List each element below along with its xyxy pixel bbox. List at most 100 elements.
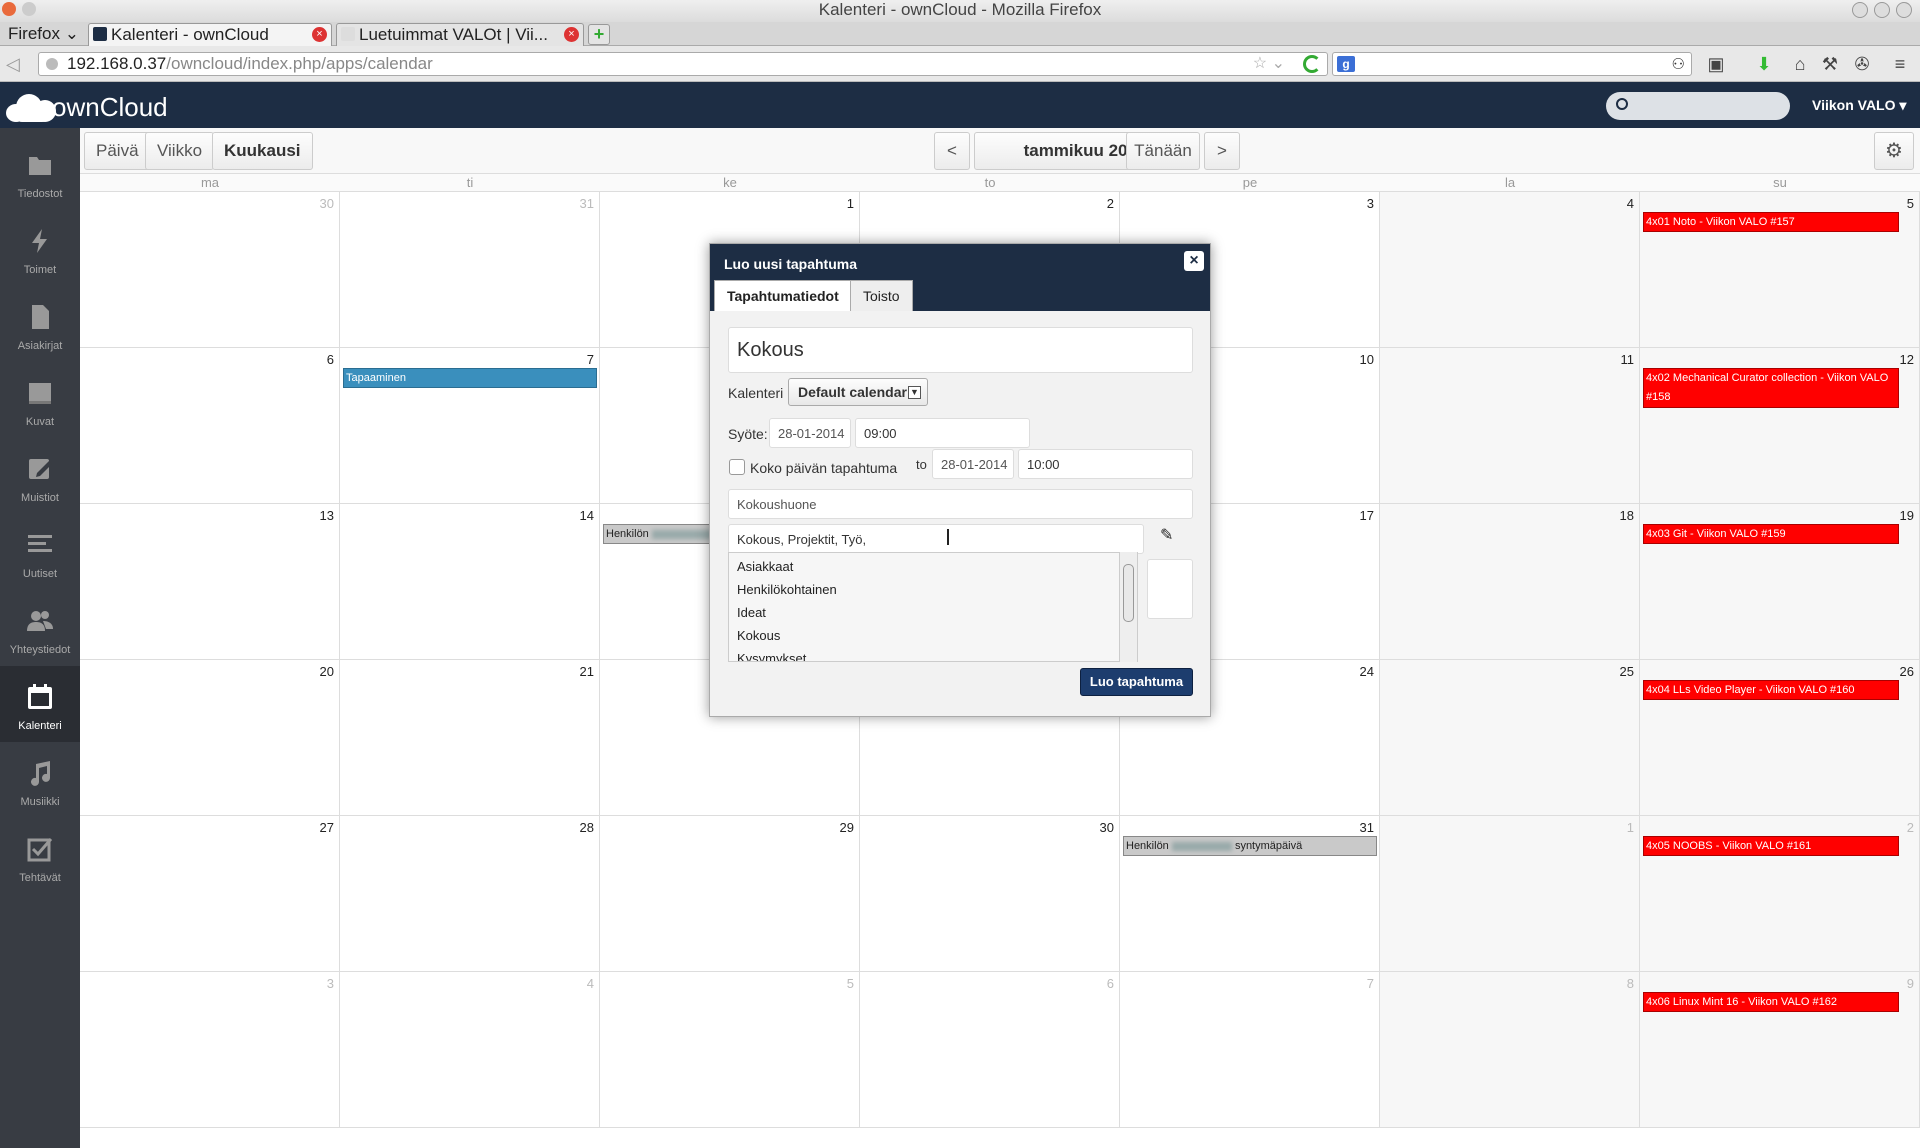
- description-textarea[interactable]: [1147, 559, 1193, 619]
- start-time-input[interactable]: [855, 418, 1030, 448]
- day-cell[interactable]: 13: [80, 504, 340, 660]
- tab-repeat[interactable]: Toisto: [850, 280, 913, 311]
- sidebar-item-toimet[interactable]: Toimet: [0, 210, 80, 286]
- day-cell[interactable]: 18: [1380, 504, 1640, 660]
- day-cell[interactable]: 4: [1380, 192, 1640, 348]
- day-cell[interactable]: 14: [340, 504, 600, 660]
- start-date-input[interactable]: [769, 418, 851, 448]
- all-day-checkbox[interactable]: [729, 459, 745, 475]
- day-cell[interactable]: 21: [340, 660, 600, 816]
- next-month-button[interactable]: >: [1204, 132, 1240, 170]
- day-cell[interactable]: 3: [80, 972, 340, 1128]
- end-time-input[interactable]: [1018, 449, 1193, 479]
- owncloud-logo[interactable]: ownCloud: [6, 88, 168, 124]
- day-cell[interactable]: 8: [1380, 972, 1640, 1128]
- sidebar-item-uutiset[interactable]: Uutiset: [0, 514, 80, 590]
- calendar-event[interactable]: Henkilön syntymäpäivä: [1123, 836, 1377, 856]
- day-cell[interactable]: 1: [1380, 816, 1640, 972]
- download-icon[interactable]: ⬇: [1754, 54, 1774, 74]
- calendar-event[interactable]: 4x06 Linux Mint 16 - Viikon VALO #162: [1643, 992, 1899, 1012]
- calendar-event[interactable]: 4x04 LLs Video Player - Viikon VALO #160: [1643, 680, 1899, 700]
- binoculars-icon[interactable]: ⚇: [1672, 55, 1685, 73]
- week-view-button[interactable]: Viikko: [145, 132, 215, 170]
- close-window-icon[interactable]: [1896, 2, 1912, 18]
- tab-kalenteri[interactable]: Kalenteri - ownCloud ×: [88, 23, 332, 46]
- url-bar[interactable]: 192.168.0.37/owncloud/index.php/apps/cal…: [38, 52, 1328, 76]
- sidebar-item-kalenteri[interactable]: Kalenteri: [0, 666, 80, 742]
- sidebar-item-tehtavat[interactable]: Tehtävät: [0, 818, 80, 894]
- calendar-event[interactable]: 4x01 Noto - Viikon VALO #157: [1643, 212, 1899, 232]
- day-cell[interactable]: 9 4x06 Linux Mint 16 - Viikon VALO #162: [1640, 972, 1920, 1128]
- day-cell[interactable]: 11: [1380, 348, 1640, 504]
- bookmarks-icon[interactable]: ▣: [1706, 54, 1726, 74]
- day-cell[interactable]: 2 4x05 NOOBS - Viikon VALO #161: [1640, 816, 1920, 972]
- window-menu-icon[interactable]: [22, 2, 36, 16]
- day-view-button[interactable]: Päivä: [84, 132, 151, 170]
- day-cell[interactable]: 30: [80, 192, 340, 348]
- sidebar-item-tiedostot[interactable]: Tiedostot: [0, 134, 80, 210]
- calendar-event[interactable]: 4x02 Mechanical Curator collection - Vii…: [1643, 368, 1899, 408]
- categories-input[interactable]: [728, 524, 1144, 554]
- day-cell[interactable]: 25: [1380, 660, 1640, 816]
- menu-icon[interactable]: ≡: [1890, 54, 1910, 74]
- day-cell[interactable]: 31: [340, 192, 600, 348]
- prev-month-button[interactable]: <: [934, 132, 970, 170]
- day-cell[interactable]: 30: [860, 816, 1120, 972]
- close-tab-icon[interactable]: ×: [312, 27, 327, 42]
- scrollbar-thumb[interactable]: [1123, 564, 1134, 622]
- calendar-event[interactable]: 4x05 NOOBS - Viikon VALO #161: [1643, 836, 1899, 856]
- calendar-select[interactable]: Default calendar ▼: [788, 378, 928, 406]
- bookmark-star-icon[interactable]: ☆ ⌄: [1253, 53, 1285, 75]
- tools-icon[interactable]: ⚒: [1820, 54, 1840, 74]
- calendar-event[interactable]: Tapaaminen: [343, 368, 597, 388]
- tab-event-details[interactable]: Tapahtumatiedot: [714, 280, 852, 311]
- day-cell[interactable]: 7 Tapaaminen: [340, 348, 600, 504]
- sidebar-item-musiikki[interactable]: Musiikki: [0, 742, 80, 818]
- user-menu[interactable]: Viikon VALO ▾: [1812, 96, 1906, 114]
- event-title-input[interactable]: [728, 327, 1193, 373]
- back-icon[interactable]: ◁: [6, 54, 20, 75]
- close-icon[interactable]: ×: [1184, 251, 1204, 271]
- site-identity-icon[interactable]: [46, 58, 58, 70]
- day-cell[interactable]: 4: [340, 972, 600, 1128]
- day-cell[interactable]: 28: [340, 816, 600, 972]
- home-icon[interactable]: ⌂: [1790, 54, 1810, 74]
- sidebar-item-muistiot[interactable]: Muistiot: [0, 438, 80, 514]
- end-date-input[interactable]: [932, 449, 1014, 479]
- new-tab-button[interactable]: +: [588, 24, 610, 45]
- web-search-field[interactable]: g ⚇: [1332, 52, 1692, 76]
- calendar-event[interactable]: 4x03 Git - Viikon VALO #159: [1643, 524, 1899, 544]
- category-option[interactable]: Ideat: [737, 605, 766, 620]
- day-cell[interactable]: 29: [600, 816, 860, 972]
- maximize-icon[interactable]: [1874, 2, 1890, 18]
- day-cell[interactable]: 26 4x04 LLs Video Player - Viikon VALO #…: [1640, 660, 1920, 816]
- sidebar-item-asiakirjat[interactable]: Asiakirjat: [0, 286, 80, 362]
- google-icon[interactable]: g: [1337, 56, 1355, 72]
- category-dropdown[interactable]: Asiakkaat Henkilökohtainen Ideat Kokous …: [728, 552, 1138, 662]
- day-cell[interactable]: 31 Henkilön syntymäpäivä: [1120, 816, 1380, 972]
- tab-luetuimmat[interactable]: Luetuimmat VALOt | Vii... ×: [336, 23, 584, 46]
- month-view-button[interactable]: Kuukausi: [212, 132, 313, 170]
- settings-button[interactable]: ⚙: [1874, 132, 1914, 170]
- day-cell[interactable]: 5: [600, 972, 860, 1128]
- minimize-icon[interactable]: [1852, 2, 1868, 18]
- category-option[interactable]: Henkilökohtainen: [737, 582, 837, 597]
- day-cell[interactable]: 6: [860, 972, 1120, 1128]
- close-tab-icon[interactable]: ×: [564, 27, 579, 42]
- location-input[interactable]: [728, 489, 1193, 519]
- reload-icon[interactable]: [1303, 55, 1321, 73]
- addon-icon[interactable]: ✇: [1852, 54, 1872, 74]
- sidebar-item-kuvat[interactable]: Kuvat: [0, 362, 80, 438]
- sidebar-item-yhteystiedot[interactable]: Yhteystiedot: [0, 590, 80, 666]
- create-event-button[interactable]: Luo tapahtuma: [1080, 668, 1193, 696]
- day-cell[interactable]: 5 4x01 Noto - Viikon VALO #157: [1640, 192, 1920, 348]
- day-cell[interactable]: 7: [1120, 972, 1380, 1128]
- pencil-icon[interactable]: ✎: [1160, 527, 1178, 545]
- day-cell[interactable]: 6: [80, 348, 340, 504]
- day-cell[interactable]: 20: [80, 660, 340, 816]
- firefox-menu-button[interactable]: Firefox ⌄: [8, 23, 79, 45]
- day-cell[interactable]: 12 4x02 Mechanical Curator collection - …: [1640, 348, 1920, 504]
- day-cell[interactable]: 19 4x03 Git - Viikon VALO #159: [1640, 504, 1920, 660]
- category-option[interactable]: Kokous: [737, 628, 780, 643]
- search-input[interactable]: [1606, 92, 1790, 120]
